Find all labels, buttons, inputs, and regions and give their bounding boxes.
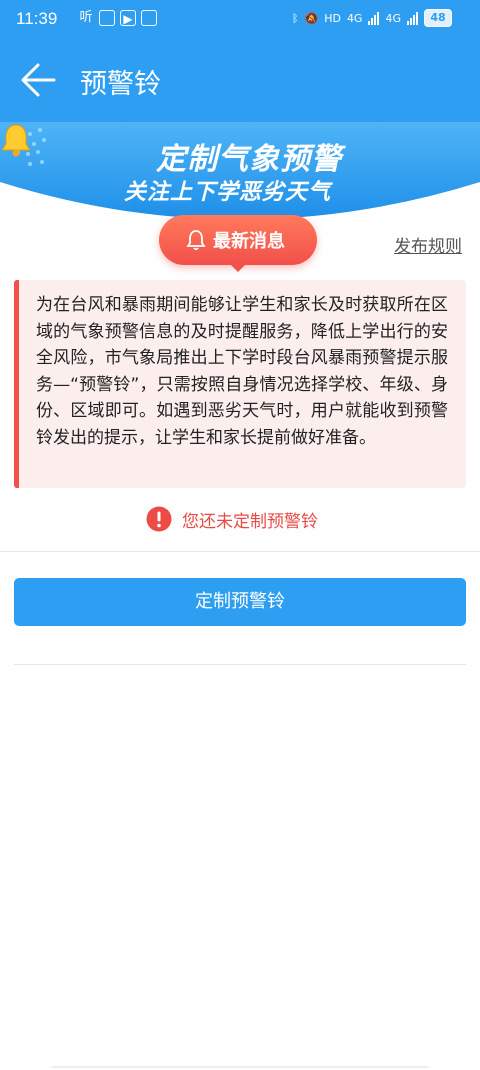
notice-accent-bar [14,280,19,488]
latest-news-label: 最新消息 [213,231,285,252]
customize-alert-button[interactable]: 定制预警铃 [14,578,466,626]
banner-subtitle: 关注上下学恶劣天气 [124,180,332,205]
not-subscribed-warning: 您还未定制预警铃 [146,505,318,533]
notice-text: 为在台风和暴雨期间能够让学生和家长及时获取所在区域的气象预警信息的及时提醒服务，… [36,295,448,448]
hd-label: HD [324,11,341,25]
exclamation-icon [146,506,172,532]
status-left-icons: 听 ▶ [78,10,157,26]
notice-card: 为在台风和暴雨期间能够让学生和家长及时获取所在区域的气象预警信息的及时提醒服务，… [14,280,466,488]
publish-rules-link[interactable]: 发布规则 [394,232,462,257]
bell-icon [1,124,31,157]
media-app-icon: ▶ [120,10,136,26]
page-title: 预警铃 [80,69,161,100]
app-header: 预警铃 [0,38,480,122]
bell-outline-icon [186,230,206,251]
banner-title: 定制气象预警 [156,142,342,177]
signal-icon-2 [407,11,418,25]
app-icon [99,10,115,26]
latest-news-badge: 最新消息 [159,215,317,272]
status-time: 11:39 [16,9,58,28]
network-label-2: 4G [385,11,401,25]
status-bar: 11:39 听 ▶ ᛒ 🔕 HD 4G 4G 48 [0,0,480,38]
network-label-1: 4G [346,11,363,25]
divider [0,551,480,552]
signal-icon [368,11,380,25]
divider [14,664,466,665]
warning-text: 您还未定制预警铃 [182,511,318,532]
bluetooth-icon: ᛒ [291,11,299,25]
mute-icon: 🔕 [304,11,319,25]
status-right-icons: ᛒ 🔕 HD 4G 4G 48 [292,9,452,27]
ting-app-icon: 听 [79,10,93,25]
app-badge-icon [141,10,157,26]
battery-indicator: 48 [424,9,452,27]
bottom-edge-line [52,1066,428,1068]
back-arrow-icon[interactable] [18,60,58,100]
